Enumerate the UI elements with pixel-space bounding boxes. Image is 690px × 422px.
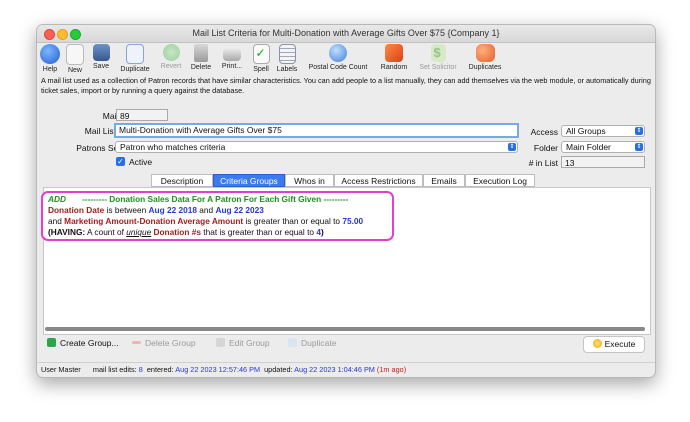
toolbar: Help New Save Duplicate Revert Delete Pr… (37, 43, 655, 77)
help-button[interactable]: Help (39, 43, 61, 77)
criteria-line-2: and Marketing Amount-Donation Average Am… (48, 216, 364, 226)
in-list-label: # in List (528, 158, 558, 168)
access-value: All Groups (566, 126, 606, 136)
folder-select[interactable]: Main Folder ⇕ (561, 141, 645, 153)
new-icon (66, 44, 84, 65)
status-bar: User Master mail list edits: 8 entered: … (37, 362, 655, 377)
trash-icon (194, 44, 208, 62)
folder-label: Folder (533, 143, 558, 153)
print-icon (223, 47, 241, 61)
help-icon (40, 44, 60, 64)
dice-icon (385, 44, 403, 62)
criteria-group[interactable]: ADD --------- Donation Sales Data For A … (41, 191, 394, 241)
tab-emails[interactable]: Emails (423, 174, 465, 187)
access-select[interactable]: All Groups ⇕ (561, 125, 645, 137)
delete-button[interactable]: Delete (187, 43, 215, 77)
patrons-selected-select[interactable]: Patron who matches criteria ⇕ (115, 141, 518, 153)
duplicates-button[interactable]: Duplicates (465, 43, 505, 77)
new-button[interactable]: New (63, 43, 87, 77)
chevron-updown-icon: ⇕ (508, 143, 516, 151)
revert-button[interactable]: Revert (157, 43, 185, 77)
duplicate-button[interactable]: Duplicate (117, 43, 153, 77)
labels-icon (278, 44, 296, 64)
duplicate-icon (126, 44, 144, 64)
folder-value: Main Folder (566, 142, 611, 152)
chevron-updown-icon: ⇕ (635, 143, 643, 151)
set-solicitor-button[interactable]: $ Set Solicitor (413, 43, 463, 77)
criteria-line-3: (HAVING: A count of unique Donation #s t… (48, 227, 324, 237)
description-text: A mail list used as a collection of Patr… (41, 76, 651, 95)
revert-icon (162, 44, 180, 61)
tab-description[interactable]: Description (151, 174, 213, 187)
access-label: Access (530, 127, 558, 137)
duplicates-icon (475, 44, 495, 62)
tab-criteria-groups[interactable]: Criteria Groups (213, 174, 285, 187)
active-label: Active (129, 157, 153, 167)
spell-check-icon: ✓ (252, 44, 270, 64)
mail-list-num-field: 89 (116, 109, 168, 121)
horizontal-scrollbar[interactable] (45, 327, 645, 331)
title-bar: Mail List Criteria for Multi-Donation wi… (37, 25, 655, 43)
chevron-updown-icon: ⇕ (635, 127, 643, 135)
mail-list-window: Mail List Criteria for Multi-Donation wi… (36, 24, 656, 378)
edit-group-button[interactable]: Edit Group (216, 337, 270, 350)
criteria-header-line: ADD --------- Donation Sales Data For A … (48, 194, 348, 204)
criteria-line-1: Donation Date is between Aug 22 2018 and… (48, 205, 264, 215)
minus-icon (132, 341, 141, 344)
create-group-button[interactable]: Create Group... (47, 337, 119, 350)
active-checkbox[interactable]: ✓ (116, 157, 125, 166)
random-button[interactable]: Random (377, 43, 411, 77)
criteria-header: --------- Donation Sales Data For A Patr… (82, 194, 349, 204)
patrons-selected-value: Patron who matches criteria (120, 142, 226, 152)
save-button[interactable]: Save (89, 43, 113, 77)
window-title: Mail List Criteria for Multi-Donation wi… (192, 28, 500, 38)
save-icon (92, 44, 110, 61)
print-button[interactable]: Print... (217, 43, 247, 77)
globe-icon (329, 44, 347, 62)
duplicate-icon (288, 338, 297, 347)
delete-group-button[interactable]: Delete Group (132, 337, 196, 350)
tab-access-restrictions[interactable]: Access Restrictions (334, 174, 423, 187)
execute-icon (592, 339, 602, 348)
spell-button[interactable]: ✓ Spell (249, 43, 273, 77)
edit-icon (216, 338, 225, 347)
duplicate-group-button[interactable]: Duplicate (288, 337, 336, 350)
execute-button[interactable]: Execute (583, 336, 645, 353)
tab-whos-in[interactable]: Whos in (285, 174, 334, 187)
criteria-add-keyword: ADD (48, 194, 66, 204)
labels-button[interactable]: Labels (275, 43, 299, 77)
dollar-icon: $ (430, 44, 446, 62)
in-list-field: 13 (561, 156, 645, 168)
plus-icon (47, 338, 56, 347)
tab-execution-log[interactable]: Execution Log (465, 174, 535, 187)
postal-code-count-button[interactable]: Postal Code Count (305, 43, 371, 77)
mail-list-name-input[interactable]: Multi-Donation with Average Gifts Over $… (114, 123, 519, 138)
